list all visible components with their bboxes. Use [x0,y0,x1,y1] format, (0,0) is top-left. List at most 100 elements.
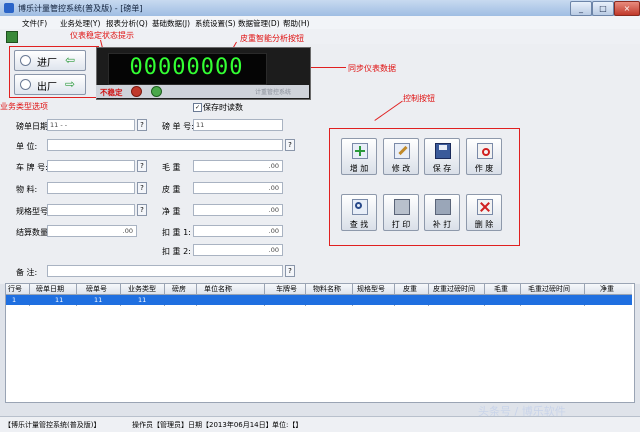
tare-field[interactable]: .00 [193,182,283,194]
find-button[interactable]: 查 找 [341,194,377,231]
col-goods[interactable]: 物料名称 [313,284,341,294]
col-ticket-no[interactable]: 磅单号 [86,284,107,294]
print-button[interactable]: 打 印 [383,194,419,231]
radio-icon [20,55,31,66]
edit-icon [394,143,410,159]
menu-settings[interactable]: 系统设置(S) [195,18,236,29]
annotation-line [306,67,346,68]
annotation-sync-data: 同步仪表数据 [348,64,396,73]
plate-field[interactable] [47,160,135,172]
delete-button[interactable]: 删 除 [466,194,502,231]
unit-field[interactable] [47,139,283,151]
col-tare-time[interactable]: 皮重过磅时间 [433,284,475,294]
status-unit: 单位:【】 [272,421,303,429]
close-button[interactable]: × [614,1,640,16]
add-label: 增 加 [349,164,369,173]
goods-lookup-button[interactable]: ? [137,182,147,194]
col-plate[interactable]: 车牌号 [276,284,297,294]
window-title: 博乐计量管控系统(普及版) - [磅单] [18,4,143,13]
meter-brand: 计重管控系统 [255,89,292,96]
date-field[interactable]: 11 - - [47,119,135,131]
unit-lookup-button[interactable]: ? [285,139,295,151]
col-unit-name[interactable]: 单位名称 [204,284,232,294]
plate-label: 车 牌 号: [16,163,48,172]
qty-field[interactable]: .00 [47,225,137,237]
cell-date: 11 [55,296,64,304]
goods-label: 物 料: [16,185,38,194]
menu-business[interactable]: 业务处理(Y) [60,18,100,29]
cell-row-no: 1 [12,296,17,304]
status-operator: 操作员【管理员】 [132,421,188,429]
deduct1-label: 扣 重 1: [162,228,191,237]
ticket-no-label: 磅 单 号: [162,122,194,131]
menu-help[interactable]: 帮助(H) [283,18,310,29]
date-picker-button[interactable]: ? [137,119,147,131]
col-net[interactable]: 净重 [600,284,614,294]
net-label: 净 重 [162,207,181,216]
spec-lookup-button[interactable]: ? [137,204,147,216]
spec-label: 规格型号: [16,207,51,216]
tare-analysis-icon[interactable] [151,86,162,97]
deduct1-field[interactable]: .00 [193,225,283,237]
out-factory-option[interactable]: 出厂 ⇨ [14,74,86,95]
annotation-tare-button: 皮重智能分析按钮 [240,34,304,43]
edit-button[interactable]: 修 改 [383,138,419,175]
deduct2-label: 扣 重 2: [162,247,191,256]
title-bar: 博乐计量管控系统(普及版) - [磅单] _ □ × [0,0,640,17]
edit-label: 修 改 [391,164,411,173]
exit-icon[interactable] [6,31,18,43]
maximize-button[interactable]: □ [592,1,614,16]
cell-ticket-no: 11 [94,296,103,304]
net-field[interactable]: .00 [193,204,283,216]
deduct2-field[interactable]: .00 [193,244,283,256]
in-factory-option[interactable]: 进厂 ⇦ [14,50,86,71]
annotation-biz-type: 业务类型选项 [0,102,48,111]
add-icon [352,143,368,159]
stability-indicator-icon [131,86,142,97]
menu-bar: 文件(F) 业务处理(Y) 报表分析(Q) 基础数据(J) 系统设置(S) 数据… [0,16,640,30]
add-button[interactable]: 增 加 [341,138,377,175]
col-gross[interactable]: 毛重 [494,284,508,294]
status-app: 【博乐计量管控系统(普及版)】 [4,421,101,429]
menu-basic-data[interactable]: 基础数据(J) [152,18,190,29]
meter-value: 00000000 [129,55,244,80]
save-read-checkbox[interactable]: ✓ [193,103,202,112]
annotation-control: 控制按钮 [403,94,435,103]
goods-field[interactable] [47,182,135,194]
find-icon [352,199,368,215]
remark-field[interactable] [47,265,283,277]
menu-file[interactable]: 文件(F) [22,18,47,29]
spec-field[interactable] [47,204,135,216]
ticket-no-field[interactable]: 11 [193,119,283,131]
col-date[interactable]: 磅单日期 [36,284,64,294]
menu-data-mgmt[interactable]: 数据管理(D) [238,18,280,29]
minimize-button[interactable]: _ [570,1,592,16]
exit-arrow-icon: ⇨ [65,77,76,91]
col-biz-type[interactable]: 业务类型 [128,284,156,294]
save-button[interactable]: 保 存 [424,138,460,175]
delete-label: 删 除 [474,220,494,229]
cell-biz-type: 11 [138,296,147,304]
in-factory-label: 进厂 [37,58,57,69]
col-tare[interactable]: 皮重 [403,284,417,294]
void-label: 作 废 [474,164,494,173]
void-button[interactable]: 作 废 [466,138,502,175]
menu-reports[interactable]: 报表分析(Q) [106,18,148,29]
col-gross-time[interactable]: 毛重过磅时间 [528,284,570,294]
col-scale-room[interactable]: 磅房 [172,284,186,294]
gross-field[interactable]: .00 [193,160,283,172]
delete-icon [477,199,493,215]
reprint-label: 补 打 [432,220,452,229]
status-bar: 【博乐计量管控系统(普及版)】 操作员【管理员】 日期【2013年06月14日】… [0,416,640,432]
plate-lookup-button[interactable]: ? [137,160,147,172]
col-row-no[interactable]: 行号 [8,284,22,294]
reprint-button[interactable]: 补 打 [424,194,460,231]
reprint-icon [435,199,451,215]
void-icon [477,143,493,159]
col-spec[interactable]: 规格型号 [357,284,385,294]
gross-label: 毛 重 [162,163,181,172]
printer-icon [394,199,410,215]
remark-lookup-button[interactable]: ? [285,265,295,277]
app-icon [4,3,14,13]
tare-label: 皮 重 [162,185,181,194]
